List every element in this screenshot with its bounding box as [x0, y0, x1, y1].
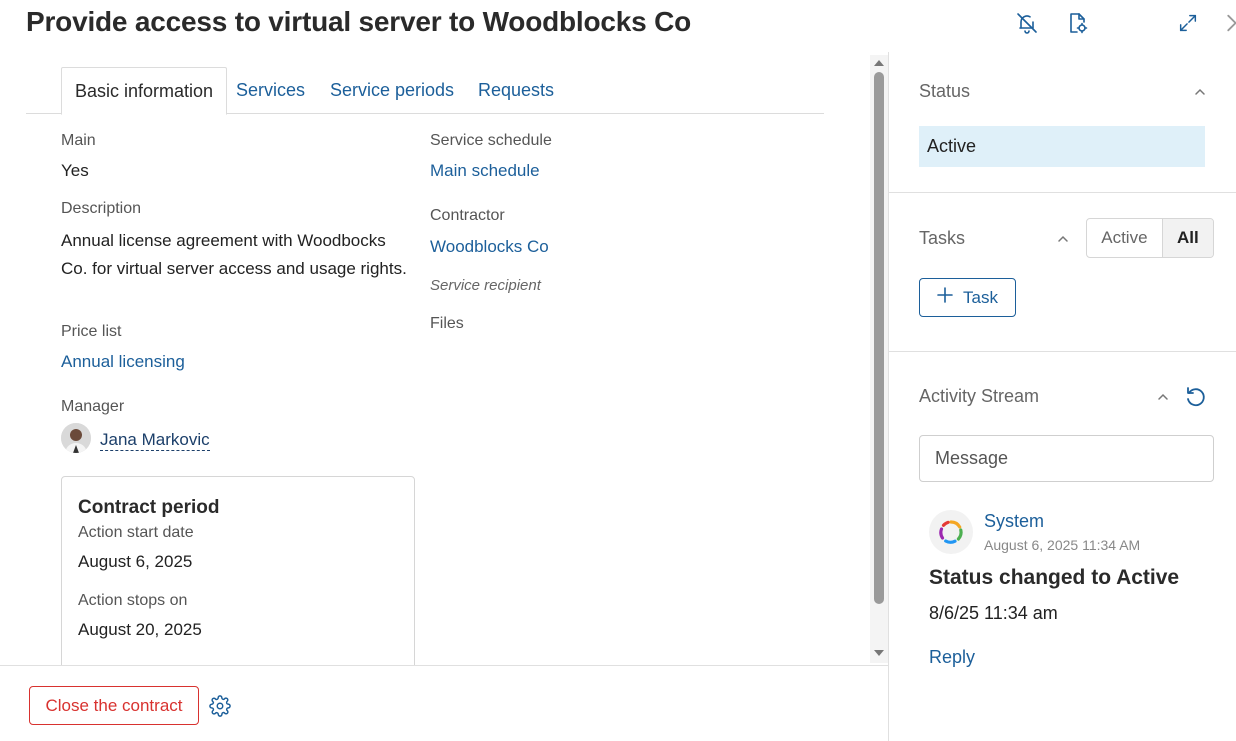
- service-schedule-label: Service schedule: [430, 132, 552, 149]
- stream-author-link[interactable]: System: [984, 511, 1044, 532]
- expand-icon[interactable]: [1175, 10, 1201, 36]
- filter-all-button[interactable]: All: [1161, 219, 1213, 257]
- chevron-up-icon[interactable]: [1156, 390, 1170, 404]
- chevron-up-icon[interactable]: [1193, 85, 1207, 99]
- refresh-icon[interactable]: [1184, 385, 1208, 409]
- chevron-up-icon[interactable]: [1056, 232, 1070, 246]
- manager-label: Manager: [61, 398, 125, 415]
- contract-period-title: Contract period: [78, 497, 220, 518]
- main-label: Main: [61, 132, 96, 149]
- system-logo-icon: [929, 510, 973, 554]
- contractor-label: Contractor: [430, 207, 505, 224]
- stream-body: 8/6/25 11:34 am: [929, 603, 1058, 623]
- scroll-down-arrow-icon[interactable]: [872, 647, 886, 659]
- message-input[interactable]: [919, 435, 1214, 482]
- action-stop-value: August 20, 2025: [78, 620, 202, 639]
- manager-link[interactable]: Jana Markovic: [100, 430, 210, 451]
- action-start-value: August 6, 2025: [78, 552, 193, 571]
- chevron-right-icon[interactable]: [1218, 10, 1236, 36]
- reply-link[interactable]: Reply: [929, 647, 975, 668]
- service-schedule-link[interactable]: Main schedule: [430, 161, 540, 181]
- divider: [889, 192, 1236, 193]
- tab-requests[interactable]: Requests: [478, 67, 554, 114]
- files-label: Files: [430, 315, 464, 332]
- bell-off-icon[interactable]: [1014, 10, 1040, 36]
- main-value: Yes: [61, 161, 89, 180]
- close-contract-button[interactable]: Close the contract: [29, 686, 199, 725]
- contractor-link[interactable]: Woodblocks Co: [430, 237, 549, 257]
- plus-icon: [937, 287, 953, 308]
- tab-bar: Basic information Services Service perio…: [26, 67, 824, 115]
- activity-stream-title: Activity Stream: [919, 386, 1040, 406]
- add-task-button[interactable]: Task: [919, 278, 1016, 317]
- service-recipient-label: Service recipient: [430, 277, 541, 294]
- page-title: Provide access to virtual server to Wood…: [26, 6, 692, 37]
- status-value: Active: [919, 126, 1205, 167]
- status-section-title: Status: [919, 81, 971, 101]
- price-list-link[interactable]: Annual licensing: [61, 352, 185, 372]
- tab-basic-information[interactable]: Basic information: [61, 67, 228, 115]
- filter-active-button[interactable]: Active: [1087, 219, 1162, 257]
- divider: [889, 351, 1236, 352]
- stream-timestamp: August 6, 2025 11:34 AM: [984, 537, 1141, 553]
- gear-icon[interactable]: [209, 695, 231, 717]
- description-label: Description: [61, 200, 142, 217]
- add-task-label: Task: [963, 287, 998, 307]
- price-list-label: Price list: [61, 323, 122, 340]
- stream-headline: Status changed to Active: [929, 566, 1180, 589]
- tab-services[interactable]: Services: [236, 67, 305, 114]
- description-value: Annual license agreement with Woodbocks …: [61, 231, 407, 278]
- action-stop-label: Action stops on: [78, 592, 188, 609]
- document-settings-icon[interactable]: [1064, 10, 1090, 36]
- scroll-up-arrow-icon[interactable]: [872, 57, 886, 69]
- contract-period-card: Contract period Action start date August…: [61, 476, 415, 676]
- avatar[interactable]: [61, 423, 91, 453]
- tasks-filter-toggle: Active All: [1086, 218, 1214, 258]
- tab-service-periods[interactable]: Service periods: [330, 67, 454, 114]
- scrollbar-thumb[interactable]: [874, 72, 884, 604]
- action-start-label: Action start date: [78, 524, 194, 541]
- tasks-section-title: Tasks: [919, 228, 966, 248]
